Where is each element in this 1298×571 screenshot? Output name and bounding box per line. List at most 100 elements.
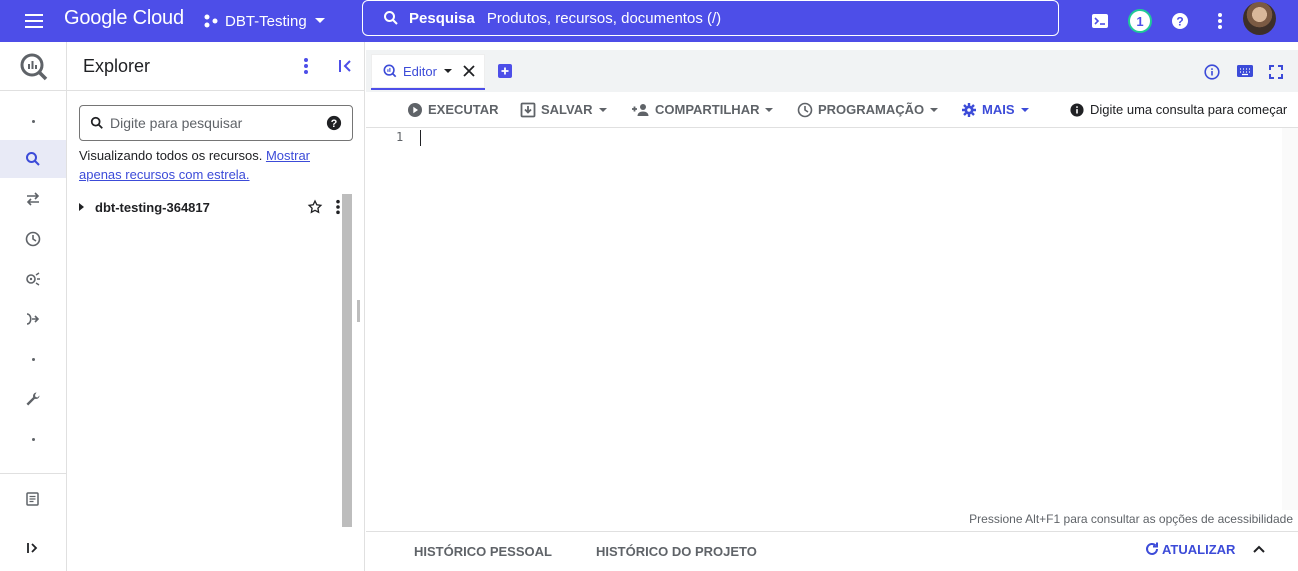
clock-icon bbox=[797, 102, 813, 118]
query-hint: Digite uma consulta para começar bbox=[1070, 102, 1287, 117]
play-icon bbox=[407, 102, 423, 118]
save-label: SALVAR bbox=[541, 102, 593, 117]
dot-icon bbox=[31, 119, 35, 123]
expand-rail-button[interactable] bbox=[0, 529, 66, 567]
text-cursor bbox=[420, 130, 421, 146]
tab-editor-label: Editor bbox=[403, 63, 437, 79]
query-hint-text: Digite uma consulta para começar bbox=[1090, 102, 1288, 117]
accessibility-hint: Pressione Alt+F1 para consultar as opçõe… bbox=[969, 512, 1293, 526]
notes-icon bbox=[25, 491, 41, 507]
refresh-label: ATUALIZAR bbox=[1162, 541, 1236, 557]
tab-personal-history[interactable]: HISTÓRICO PESSOAL bbox=[414, 544, 552, 559]
save-icon bbox=[520, 102, 536, 118]
rail-item-release-notes[interactable] bbox=[0, 480, 66, 518]
rail-item-more-1[interactable] bbox=[0, 340, 66, 378]
rail-item-admin[interactable] bbox=[0, 380, 66, 418]
chevron-up-icon[interactable] bbox=[1252, 542, 1266, 556]
more-vert-icon[interactable] bbox=[1206, 7, 1234, 35]
notification-count: 1 bbox=[1128, 9, 1152, 33]
person-add-icon bbox=[632, 103, 650, 117]
global-search-input[interactable]: Pesquisa Produtos, recursos, documentos … bbox=[362, 0, 1059, 36]
rail-item-scheduled-queries[interactable] bbox=[0, 220, 66, 258]
top-app-bar: Google Cloud DBT-Testing Pesquisa Produt… bbox=[0, 0, 1298, 42]
rail-divider bbox=[0, 90, 66, 91]
share-button[interactable]: COMPARTILHAR bbox=[632, 95, 774, 125]
help-icon[interactable]: ? bbox=[326, 115, 342, 131]
star-icon[interactable] bbox=[307, 199, 323, 215]
save-button[interactable]: SALVAR bbox=[520, 95, 608, 125]
cloud-shell-icon[interactable] bbox=[1086, 7, 1114, 35]
explorer-search-input[interactable]: Digite para pesquisar ? bbox=[79, 105, 353, 141]
user-avatar[interactable] bbox=[1243, 2, 1276, 35]
notifications-badge[interactable]: 1 bbox=[1126, 7, 1154, 35]
rail-item-transfers[interactable] bbox=[0, 180, 66, 218]
gear-icon bbox=[961, 102, 977, 118]
search-icon bbox=[25, 151, 41, 167]
search-label: Pesquisa bbox=[409, 9, 475, 27]
refresh-button[interactable]: ATUALIZAR bbox=[1144, 541, 1235, 557]
pipeline-icon bbox=[25, 311, 41, 327]
explorer-title: Explorer bbox=[83, 56, 151, 76]
wrench-icon bbox=[25, 391, 41, 407]
help-icon[interactable]: ? bbox=[1166, 7, 1194, 35]
svg-text:?: ? bbox=[1176, 15, 1183, 29]
clock-icon bbox=[25, 231, 41, 247]
add-tab-icon[interactable] bbox=[498, 64, 512, 78]
refresh-icon bbox=[1144, 541, 1160, 557]
more-label: MAIS bbox=[982, 102, 1015, 117]
project-icon bbox=[203, 13, 219, 29]
google-cloud-logo[interactable]: Google Cloud bbox=[64, 7, 184, 30]
swap-icon bbox=[25, 192, 41, 206]
chevron-down-icon bbox=[1020, 106, 1030, 114]
schedule-label: PROGRAMAÇÃO bbox=[818, 102, 925, 117]
collapse-explorer-icon[interactable] bbox=[338, 58, 354, 74]
left-navigation-rail bbox=[0, 42, 67, 571]
run-label: EXECUTAR bbox=[428, 102, 499, 117]
chevron-down-icon[interactable] bbox=[443, 67, 453, 75]
chevron-down-icon bbox=[764, 106, 774, 114]
rail-item-analytics-hub[interactable] bbox=[0, 260, 66, 298]
explorer-search-placeholder: Digite para pesquisar bbox=[110, 115, 243, 131]
schedule-button[interactable]: PROGRAMAÇÃO bbox=[797, 95, 939, 125]
keyboard-icon[interactable] bbox=[1236, 64, 1254, 78]
expand-right-icon bbox=[26, 541, 40, 555]
rail-item-dataflow[interactable] bbox=[0, 300, 66, 338]
explorer-scrollbar[interactable] bbox=[342, 194, 352, 527]
project-selector[interactable]: DBT-Testing bbox=[203, 8, 327, 34]
dot-icon bbox=[31, 357, 35, 361]
explorer-divider bbox=[67, 90, 365, 91]
sql-input-area[interactable] bbox=[420, 128, 1282, 510]
expand-arrow-icon[interactable] bbox=[75, 201, 87, 213]
close-icon[interactable] bbox=[463, 65, 475, 77]
search-icon bbox=[90, 116, 104, 130]
rail-item-more-2[interactable] bbox=[0, 420, 66, 458]
hamburger-menu-icon[interactable] bbox=[22, 9, 46, 33]
line-number: 1 bbox=[396, 130, 404, 144]
rail-item-explorer[interactable] bbox=[0, 140, 66, 178]
tab-project-history[interactable]: HISTÓRICO DO PROJETO bbox=[596, 544, 757, 559]
code-editor: 1 bbox=[366, 128, 1298, 510]
tab-editor[interactable]: Editor bbox=[371, 54, 485, 90]
chevron-down-icon bbox=[929, 106, 939, 114]
bigquery-logo-icon[interactable] bbox=[19, 52, 49, 82]
panel-resize-handle[interactable] bbox=[357, 300, 360, 322]
explorer-more-vert-icon[interactable] bbox=[303, 57, 309, 75]
hub-icon bbox=[25, 271, 41, 287]
rail-divider bbox=[0, 473, 66, 474]
query-icon bbox=[383, 64, 397, 78]
svg-text:?: ? bbox=[331, 118, 338, 130]
project-name: DBT-Testing bbox=[225, 12, 307, 30]
project-tree-node[interactable]: dbt-testing-364817 bbox=[75, 196, 341, 218]
search-placeholder: Produtos, recursos, documentos (/) bbox=[486, 9, 722, 27]
explorer-info-text: Visualizando todos os recursos. bbox=[79, 148, 263, 163]
line-gutter: 1 bbox=[366, 128, 420, 510]
info-icon[interactable] bbox=[1204, 64, 1220, 80]
fullscreen-icon[interactable] bbox=[1268, 64, 1284, 80]
node-more-vert-icon[interactable] bbox=[335, 199, 341, 215]
more-button[interactable]: MAIS bbox=[961, 95, 1030, 125]
info-filled-icon bbox=[1070, 102, 1084, 117]
project-node-label: dbt-testing-364817 bbox=[95, 199, 210, 215]
explorer-panel: Explorer Digite para pesquisar ? Visuali… bbox=[67, 42, 365, 571]
rail-item-overview[interactable] bbox=[0, 102, 66, 140]
run-button[interactable]: EXECUTAR bbox=[407, 95, 499, 125]
